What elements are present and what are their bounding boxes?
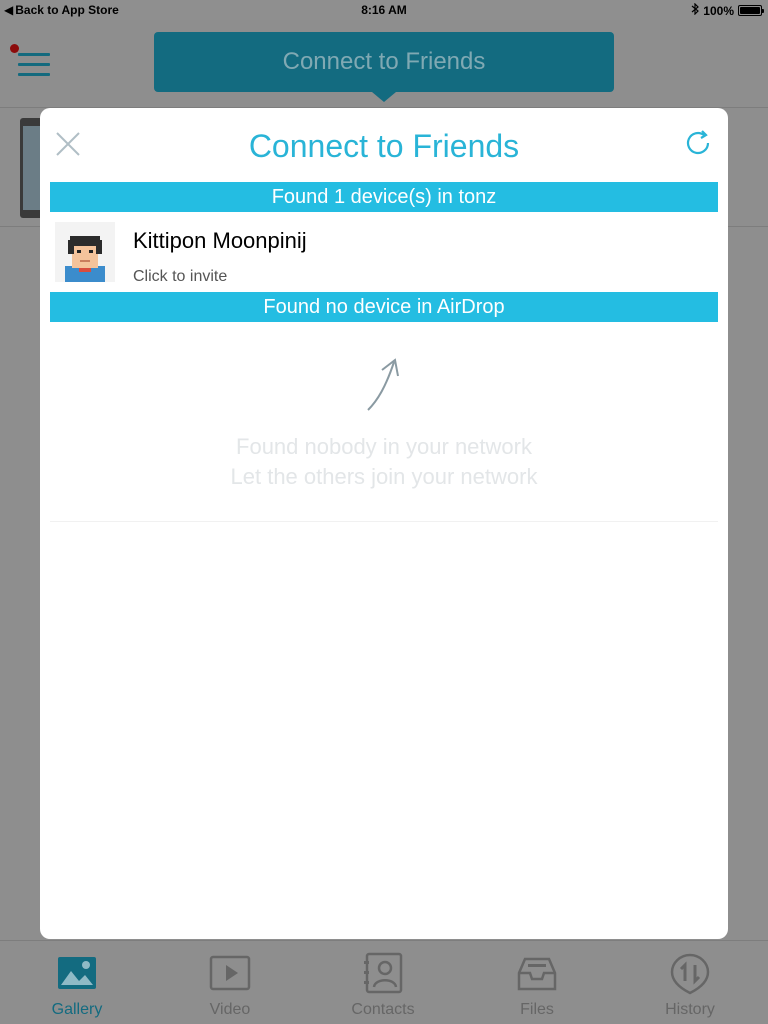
section-header-airdrop: Found no device in AirDrop xyxy=(50,292,718,322)
battery-icon xyxy=(738,5,764,16)
battery-percent: 100% xyxy=(703,3,734,18)
connect-to-friends-button[interactable]: Connect to Friends xyxy=(154,32,614,102)
gallery-icon xyxy=(55,951,99,995)
app-header: Connect to Friends xyxy=(0,20,768,108)
menu-button[interactable] xyxy=(18,53,50,81)
device-invite-hint: Click to invite xyxy=(133,268,228,285)
tab-history[interactable]: History xyxy=(630,951,750,1019)
modal-title: Connect to Friends xyxy=(248,128,520,164)
tab-bar: Gallery Video Contacts Files History xyxy=(0,940,768,1024)
history-icon xyxy=(668,951,712,995)
tab-gallery[interactable]: Gallery xyxy=(17,951,137,1019)
tab-label: Gallery xyxy=(51,1001,103,1018)
connect-modal: Connect to Friends Found 1 device(s) in … xyxy=(40,108,728,939)
empty-state-message: Found nobody in your network xyxy=(236,434,532,459)
avatar xyxy=(55,222,115,282)
device-row[interactable]: Kittipon Moonpinij Click to invite xyxy=(50,212,718,292)
bluetooth-icon xyxy=(691,2,700,18)
empty-state: Found nobody in your network Let the oth… xyxy=(50,322,718,522)
tab-label: Contacts xyxy=(351,1001,415,1018)
tab-label: Video xyxy=(209,1001,251,1018)
empty-state-hint: Let the others join your network xyxy=(230,464,538,489)
refresh-icon xyxy=(686,130,710,155)
refresh-button[interactable] xyxy=(684,128,714,158)
menu-icon-line xyxy=(18,63,50,66)
tab-label: Files xyxy=(520,1001,554,1018)
tab-video[interactable]: Video xyxy=(170,951,290,1019)
video-icon xyxy=(208,951,252,995)
tab-files[interactable]: Files xyxy=(477,951,597,1019)
menu-icon-line xyxy=(18,53,50,56)
arrow-up-icon xyxy=(360,352,410,416)
tab-contacts[interactable]: Contacts xyxy=(323,951,443,1019)
tab-label: History xyxy=(665,1001,715,1018)
status-bar: ◀ Back to App Store 8:16 AM 100% xyxy=(0,0,768,20)
menu-icon-line xyxy=(18,73,50,76)
device-name: Kittipon Moonpinij xyxy=(133,228,307,253)
contacts-icon xyxy=(361,951,405,995)
status-time: 8:16 AM xyxy=(361,3,407,17)
status-right: 100% xyxy=(691,2,764,18)
section-header-local: Found 1 device(s) in tonz xyxy=(50,182,718,212)
notification-dot xyxy=(10,44,19,53)
files-icon xyxy=(515,951,559,995)
avatar-icon xyxy=(55,222,115,282)
